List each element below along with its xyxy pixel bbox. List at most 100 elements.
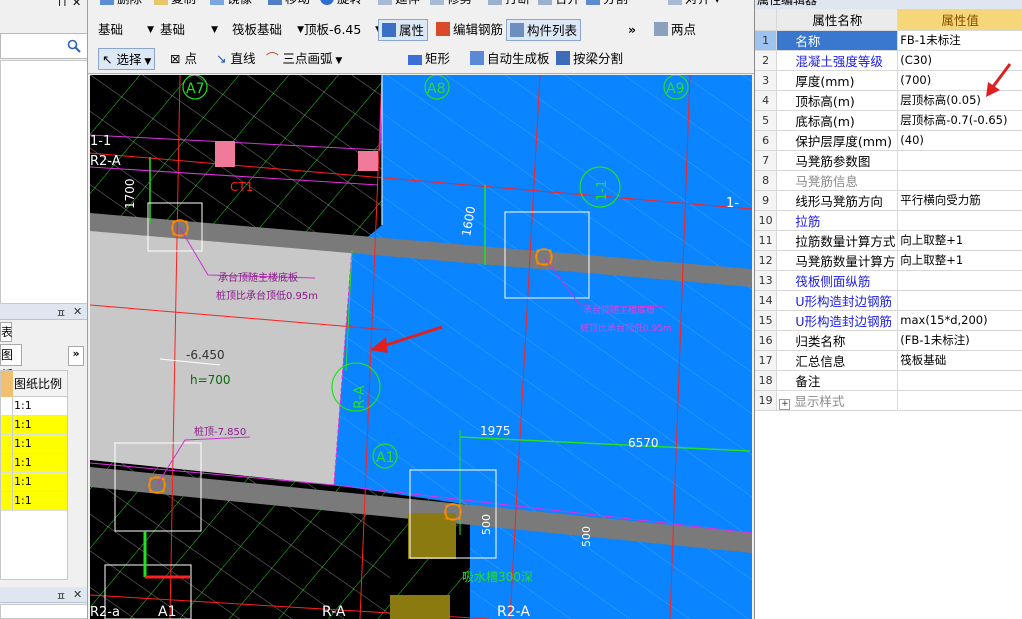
merge-button[interactable]: 合并 bbox=[538, 0, 580, 10]
column[interactable] bbox=[358, 151, 378, 171]
component-type-value: 筏板基础 bbox=[232, 22, 283, 37]
property-name: 筏板侧面纵筋 bbox=[776, 270, 899, 291]
point-button[interactable]: ⊠ 点 bbox=[170, 48, 197, 70]
rotate-button[interactable]: 旋转 bbox=[320, 0, 362, 10]
two-point-button[interactable]: 两点 bbox=[654, 19, 696, 41]
property-row[interactable]: 15 U形构造封边钢筋 max(15*d,200) bbox=[755, 310, 1022, 331]
tab-table[interactable]: 表 bbox=[0, 322, 13, 342]
property-value[interactable]: 向上取整+1 bbox=[897, 250, 1022, 271]
cad-drawing[interactable]: A7 A8 A9 A1 A1 1-1 R2-A R2-a R-A R2-A 1-… bbox=[90, 75, 752, 619]
line-button[interactable]: ↘ 直线 bbox=[216, 48, 255, 70]
component-tree[interactable] bbox=[0, 60, 87, 304]
chevron-down-icon: ▼ bbox=[297, 25, 304, 35]
component-type-select[interactable]: 筏板基础 ▼ bbox=[232, 19, 304, 41]
property-value[interactable] bbox=[897, 150, 1022, 171]
property-name: 备注 bbox=[776, 370, 899, 391]
property-value[interactable]: 向上取整+1 bbox=[897, 230, 1022, 251]
property-value[interactable]: 层顶标高-0.7(-0.65) bbox=[897, 110, 1022, 131]
expand-icon[interactable]: » bbox=[68, 346, 84, 366]
pile-cap[interactable] bbox=[390, 595, 450, 619]
drawing-table: 图纸比例 1:1 1:1 1:1 1:1 1:1 1:1 bbox=[0, 370, 68, 580]
search-input[interactable] bbox=[0, 33, 87, 59]
rotate-icon bbox=[320, 0, 334, 5]
close-icon[interactable]: ✕ bbox=[72, 0, 81, 9]
edit-rebar-button[interactable]: 编辑钢筋 bbox=[436, 19, 503, 41]
property-editor-title: 属性编辑器 bbox=[755, 0, 1022, 9]
break-button[interactable]: 打断 bbox=[488, 0, 530, 10]
property-value[interactable]: 平行横向受力筋 bbox=[897, 190, 1022, 211]
property-name-expandable[interactable]: + 显示样式 bbox=[776, 390, 899, 411]
tab-drawing[interactable]: 图纸 bbox=[0, 344, 22, 382]
rotate-label: 旋转 bbox=[337, 0, 362, 6]
property-value[interactable]: (FB-1未标注) bbox=[897, 330, 1022, 351]
component-list-toggle[interactable]: 构件列表 bbox=[506, 19, 582, 41]
scale-cell: 1:1 bbox=[14, 475, 32, 488]
chevron-down-icon: ▼ bbox=[147, 25, 154, 35]
extend-label: 延伸 bbox=[395, 0, 420, 6]
property-name: U形构造封边钢筋 bbox=[776, 290, 899, 311]
property-value[interactable] bbox=[897, 370, 1022, 391]
copy-button[interactable]: 复制 bbox=[154, 0, 196, 10]
property-row[interactable]: 1 名称 FB-1未标注 bbox=[755, 30, 1022, 51]
arc-button[interactable]: ⌒ 三点画弧 ▼ bbox=[266, 48, 342, 70]
property-toggle[interactable]: 属性 bbox=[378, 19, 429, 41]
component-select[interactable]: 顶板-6.45▼ bbox=[304, 19, 382, 41]
category-select[interactable]: 基础 ▼ bbox=[160, 19, 220, 41]
property-row[interactable]: 9 线形马凳筋方向 平行横向受力筋 bbox=[755, 190, 1022, 211]
column[interactable] bbox=[215, 141, 235, 167]
delete-button[interactable]: 删除 bbox=[100, 0, 142, 10]
split-button[interactable]: 分割 bbox=[586, 0, 628, 10]
property-value[interactable] bbox=[897, 390, 1022, 411]
close-icon[interactable]: ✕ bbox=[73, 588, 82, 601]
expand-plus-icon[interactable]: + bbox=[779, 398, 791, 409]
rect-button[interactable]: 矩形 bbox=[408, 48, 450, 70]
bottom-panel bbox=[0, 604, 87, 619]
property-name: 顶标高(m) bbox=[776, 90, 899, 111]
property-row[interactable]: 19 + 显示样式 bbox=[755, 390, 1022, 411]
select-toggle[interactable]: ↖ 选择 ▼ bbox=[98, 48, 156, 70]
move-button[interactable]: 移动 bbox=[268, 0, 310, 10]
property-row[interactable]: 5 底标高(m) 层顶标高-0.7(-0.65) bbox=[755, 110, 1022, 131]
pin-icon[interactable]: ㅍ bbox=[56, 588, 66, 604]
property-value[interactable] bbox=[897, 210, 1022, 231]
property-value[interactable] bbox=[897, 170, 1022, 191]
auto-generate-button[interactable]: 自动生成板 bbox=[470, 48, 550, 70]
more-icon[interactable]: » bbox=[628, 19, 636, 41]
property-row[interactable]: 11 拉筋数量计算方式 向上取整+1 bbox=[755, 230, 1022, 251]
property-name: 混凝土强度等级 bbox=[776, 50, 899, 71]
property-value[interactable] bbox=[897, 270, 1022, 291]
property-row[interactable]: 6 保护层厚度(mm) (40) bbox=[755, 130, 1022, 151]
property-row[interactable]: 17 汇总信息 筏板基础 bbox=[755, 350, 1022, 371]
property-row[interactable]: 14 U形构造封边钢筋 bbox=[755, 290, 1022, 311]
property-value[interactable] bbox=[897, 290, 1022, 311]
pin-icon[interactable]: ⊓ bbox=[58, 0, 67, 9]
property-value[interactable]: (40) bbox=[897, 130, 1022, 151]
scale-cell: 1:1 bbox=[14, 418, 32, 431]
search-icon[interactable] bbox=[67, 39, 81, 53]
property-value[interactable]: FB-1未标注 bbox=[897, 30, 1022, 51]
property-value[interactable]: max(15*d,200) bbox=[897, 310, 1022, 331]
property-row[interactable]: 13 筏板侧面纵筋 bbox=[755, 270, 1022, 291]
property-name: 马凳筋数量计算方 bbox=[776, 250, 899, 271]
close-icon[interactable]: ✕ bbox=[73, 305, 82, 318]
drawing-canvas[interactable]: A7 A8 A9 A1 A1 1-1 R2-A R2-a R-A R2-A 1-… bbox=[90, 75, 752, 619]
mirror-button[interactable]: 镜像 bbox=[210, 0, 252, 10]
property-row[interactable]: 18 备注 bbox=[755, 370, 1022, 391]
align-button[interactable]: 对齐 ▾ bbox=[668, 0, 720, 10]
floor-type-select[interactable]: 基础 ▼ bbox=[98, 19, 156, 41]
property-name: 厚度(mm) bbox=[776, 70, 899, 91]
pile-cap[interactable] bbox=[408, 513, 456, 559]
trim-button[interactable]: 修剪 bbox=[430, 0, 472, 10]
property-row[interactable]: 16 归类名称 (FB-1未标注) bbox=[755, 330, 1022, 351]
extend-button[interactable]: 延伸 bbox=[378, 0, 420, 10]
property-row[interactable]: 12 马凳筋数量计算方 向上取整+1 bbox=[755, 250, 1022, 271]
section-label: R2-A bbox=[90, 154, 121, 169]
split-by-beam-button[interactable]: 按梁分割 bbox=[556, 48, 623, 70]
pin-icon[interactable]: ㅍ bbox=[56, 305, 66, 321]
property-row[interactable]: 7 马凳筋参数图 bbox=[755, 150, 1022, 171]
property-row[interactable]: 10 拉筋 bbox=[755, 210, 1022, 231]
property-row[interactable]: 8 马凳筋信息 bbox=[755, 170, 1022, 191]
property-value[interactable]: 筏板基础 bbox=[897, 350, 1022, 371]
section-label: 1-1 bbox=[90, 134, 111, 149]
property-name: 保护层厚度(mm) bbox=[776, 130, 899, 151]
